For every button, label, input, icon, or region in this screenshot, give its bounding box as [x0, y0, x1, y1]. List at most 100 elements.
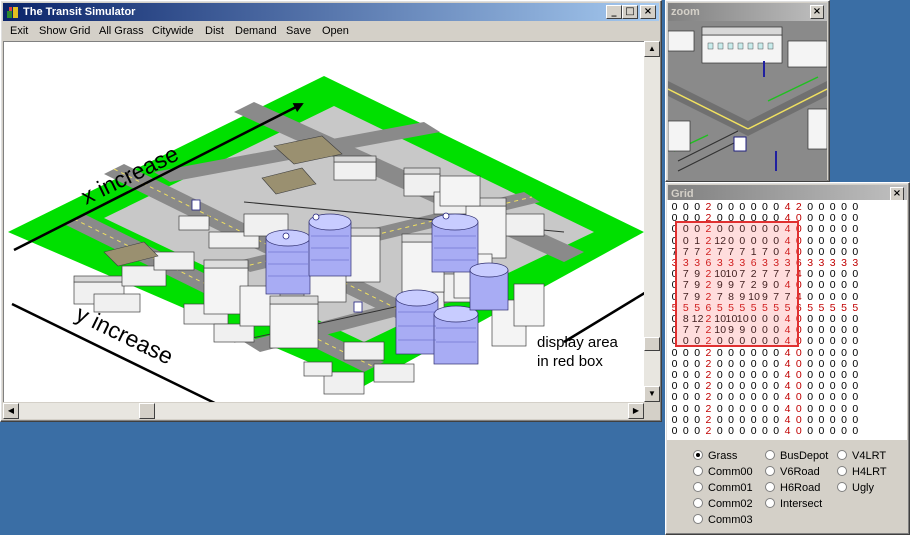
- zoom-view[interactable]: [668, 21, 827, 181]
- radio-busdepot[interactable]: BusDepot: [765, 450, 828, 462]
- grid-cell[interactable]: 0: [850, 426, 861, 437]
- grid-cell[interactable]: 0: [827, 403, 838, 415]
- radio-h4lrt-dot[interactable]: [837, 466, 847, 476]
- scroll-up-button[interactable]: ▲: [644, 41, 660, 57]
- radio-h4lrt[interactable]: H4LRT: [837, 466, 887, 478]
- grid-cell[interactable]: 0: [827, 347, 838, 359]
- radio-comm00[interactable]: Comm00: [693, 466, 753, 478]
- grid-cell[interactable]: 0: [759, 403, 770, 415]
- grid-cell[interactable]: 0: [805, 235, 816, 247]
- grid-close-button[interactable]: ×: [890, 187, 904, 201]
- menu-citywide[interactable]: Citywide: [152, 25, 194, 37]
- radio-comm01-dot[interactable]: [693, 482, 703, 492]
- grid-cell[interactable]: 0: [759, 392, 770, 403]
- radio-comm03[interactable]: Comm03: [693, 514, 753, 526]
- grid-cell[interactable]: 0: [737, 347, 748, 359]
- grid-cell[interactable]: 0: [827, 235, 838, 247]
- grid-cell[interactable]: 0: [692, 347, 703, 359]
- grid-cell[interactable]: 2: [703, 392, 714, 403]
- horizontal-scrollbar[interactable]: ◀ ▶: [3, 403, 644, 419]
- menu-show-grid[interactable]: Show Grid: [39, 25, 90, 37]
- grid-cell[interactable]: 0: [838, 291, 849, 303]
- grid-cell[interactable]: 0: [850, 347, 861, 359]
- menu-exit[interactable]: Exit: [10, 25, 28, 37]
- scroll-down-button[interactable]: ▼: [644, 386, 660, 402]
- grid-cell[interactable]: 0: [793, 347, 804, 359]
- grid-cell[interactable]: 2: [703, 426, 714, 437]
- grid-cell[interactable]: 0: [850, 336, 861, 347]
- minimize-button[interactable]: _: [606, 5, 622, 19]
- grid-cell[interactable]: 0: [816, 280, 827, 291]
- grid-cell[interactable]: 4: [782, 403, 793, 415]
- grid-cell[interactable]: 0: [838, 392, 849, 403]
- radio-h6road-dot[interactable]: [765, 482, 775, 492]
- main-titlebar[interactable]: The Transit Simulator _ □ ×: [3, 3, 659, 21]
- menu-open[interactable]: Open: [322, 25, 349, 37]
- grid-cell[interactable]: 0: [805, 224, 816, 235]
- grid-cell[interactable]: 0: [725, 392, 736, 403]
- scroll-right-button[interactable]: ▶: [628, 403, 644, 419]
- grid-cell[interactable]: 0: [816, 347, 827, 359]
- menu-dist[interactable]: Dist: [205, 25, 224, 37]
- grid-cell[interactable]: 0: [793, 403, 804, 415]
- scroll-left-button[interactable]: ◀: [3, 403, 19, 419]
- radio-v4lrt[interactable]: V4LRT: [837, 450, 886, 462]
- radio-comm02-dot[interactable]: [693, 498, 703, 508]
- radio-intersect[interactable]: Intersect: [765, 498, 822, 510]
- grid-cell[interactable]: 0: [680, 426, 691, 437]
- grid-cell[interactable]: 0: [748, 426, 759, 437]
- radio-comm00-dot[interactable]: [693, 466, 703, 476]
- grid-cell[interactable]: 4: [782, 426, 793, 437]
- grid-cell[interactable]: 0: [850, 235, 861, 247]
- grid-cell[interactable]: 0: [827, 291, 838, 303]
- grid-cell[interactable]: 0: [759, 426, 770, 437]
- radio-ugly[interactable]: Ugly: [837, 482, 874, 494]
- grid-cell[interactable]: 0: [827, 426, 838, 437]
- grid-cell[interactable]: 0: [669, 426, 680, 437]
- grid-cell[interactable]: 0: [816, 336, 827, 347]
- grid-cell[interactable]: 0: [838, 280, 849, 291]
- grid-cell[interactable]: 0: [838, 426, 849, 437]
- grid-cell[interactable]: 0: [805, 403, 816, 415]
- grid-cell[interactable]: 0: [793, 426, 804, 437]
- grid-cell[interactable]: 4: [782, 347, 793, 359]
- radio-busdepot-dot[interactable]: [765, 450, 775, 460]
- menu-all-grass[interactable]: All Grass: [99, 25, 144, 37]
- grid-cell[interactable]: 0: [838, 235, 849, 247]
- grid-cell[interactable]: 0: [816, 403, 827, 415]
- close-button[interactable]: ×: [640, 5, 656, 19]
- radio-comm01[interactable]: Comm01: [693, 482, 753, 494]
- radio-v4lrt-dot[interactable]: [837, 450, 847, 460]
- grid-cell[interactable]: 0: [737, 426, 748, 437]
- radio-h6road[interactable]: H6Road: [765, 482, 820, 494]
- radio-comm03-dot[interactable]: [693, 514, 703, 524]
- radio-grass[interactable]: Grass: [693, 450, 737, 462]
- zoom-close-button[interactable]: ×: [810, 5, 824, 19]
- grid-cell[interactable]: 0: [714, 403, 725, 415]
- horizontal-scroll-thumb[interactable]: [139, 403, 155, 419]
- grid-cell[interactable]: 0: [850, 280, 861, 291]
- vertical-scroll-thumb[interactable]: [644, 337, 660, 351]
- grid-cell[interactable]: 0: [748, 403, 759, 415]
- grid-cell[interactable]: 0: [669, 392, 680, 403]
- radio-comm02[interactable]: Comm02: [693, 498, 753, 510]
- grid-cell[interactable]: 0: [680, 347, 691, 359]
- vertical-scrollbar[interactable]: ▲ ▼: [644, 41, 660, 402]
- grid-cell[interactable]: 0: [692, 403, 703, 415]
- grid-cell[interactable]: 0: [714, 347, 725, 359]
- menu-demand[interactable]: Demand: [235, 25, 277, 37]
- grid-cell[interactable]: 0: [827, 224, 838, 235]
- grid-cell[interactable]: 0: [850, 403, 861, 415]
- grid-cell[interactable]: 0: [714, 426, 725, 437]
- grid-cell[interactable]: 0: [737, 392, 748, 403]
- grid-cell[interactable]: 0: [725, 403, 736, 415]
- radio-v6road[interactable]: V6Road: [765, 466, 820, 478]
- grid-cell[interactable]: 0: [816, 426, 827, 437]
- grid-cell[interactable]: 4: [782, 392, 793, 403]
- grid-cell[interactable]: 2: [703, 403, 714, 415]
- grid-cell[interactable]: 0: [850, 224, 861, 235]
- zoom-titlebar[interactable]: zoom ×: [668, 3, 827, 21]
- grid-cell[interactable]: 0: [805, 291, 816, 303]
- grid-cell[interactable]: 0: [805, 336, 816, 347]
- grid-cell[interactable]: 0: [748, 392, 759, 403]
